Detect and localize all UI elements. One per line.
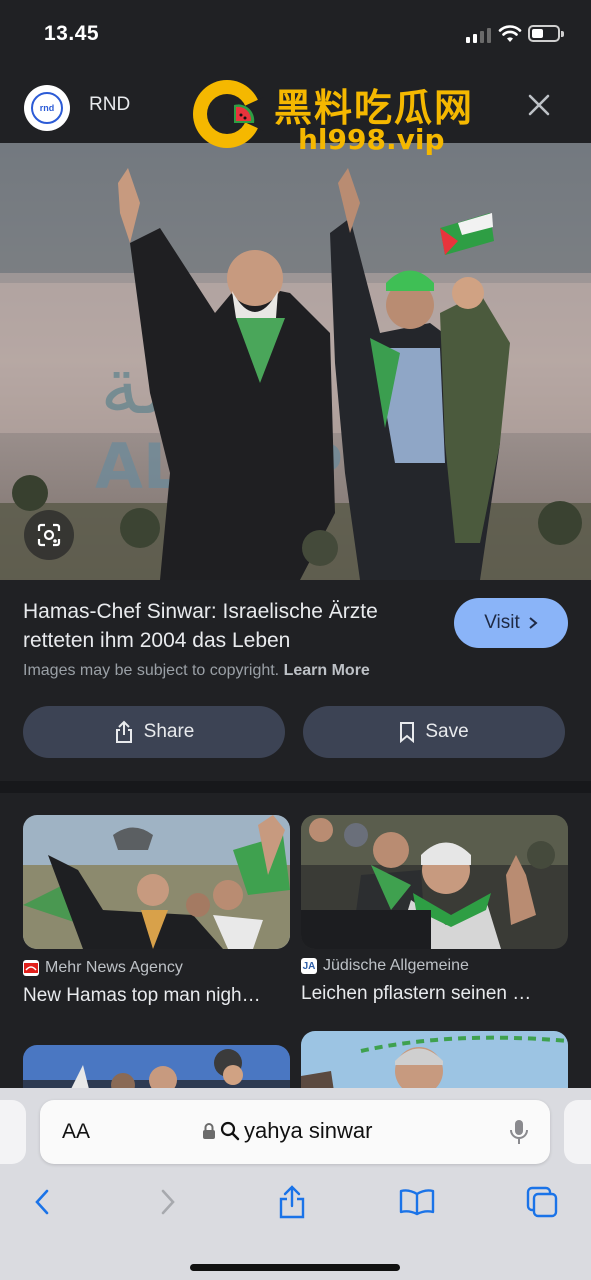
visit-label: Visit — [484, 612, 520, 633]
search-query-text: yahya sinwar — [244, 1118, 373, 1143]
share-icon — [115, 720, 132, 743]
related-result-card[interactable]: JA Jüdische Allgemeine Leichen pflastern… — [301, 815, 568, 1005]
source-name[interactable]: RND — [89, 94, 130, 116]
related-result-card[interactable]: Mehr News Agency New Hamas top man nigh… — [23, 815, 290, 1007]
copyright-text: Images may be subject to copyright. — [23, 662, 280, 679]
related-source: JA Jüdische Allgemeine — [301, 957, 568, 975]
related-source: Mehr News Agency — [23, 959, 290, 977]
previous-tab-peek[interactable] — [0, 1100, 26, 1164]
search-query-field[interactable]: yahya sinwar — [202, 1118, 372, 1144]
back-button[interactable] — [22, 1184, 62, 1220]
source-logo-text: rnd — [31, 92, 63, 124]
result-title[interactable]: Hamas-Chef Sinwar: Israelische Ärzte ret… — [23, 597, 443, 655]
related-source-name: Jüdische Allgemeine — [323, 957, 469, 974]
visit-button[interactable]: Visit — [454, 598, 568, 648]
hero-photo: ﺳﺔ AL CAP — [0, 143, 591, 580]
watermark: 黑料吃瓜网 hl998.vip — [190, 75, 490, 160]
search-icon — [220, 1121, 240, 1141]
cellular-signal-icon — [466, 27, 491, 43]
share-icon — [279, 1185, 305, 1219]
lens-icon — [37, 523, 61, 547]
bookmark-icon — [400, 722, 415, 743]
screen: 13.45 rnd RND 黑料吃瓜网 hl998.vip AL Hamas-C… — [0, 0, 591, 1280]
text-size-button[interactable]: AA — [62, 1120, 90, 1144]
forward-button[interactable] — [148, 1184, 188, 1220]
related-thumbnail[interactable] — [23, 815, 290, 949]
chevron-right-icon — [161, 1189, 175, 1215]
source-logo[interactable]: rnd — [24, 85, 70, 131]
learn-more-link[interactable]: Learn More — [284, 662, 370, 679]
copyright-notice: Images may be subject to copyright. Lear… — [23, 662, 370, 680]
juedische-allgemeine-favicon: JA — [301, 958, 317, 974]
safari-toolbar: AA yahya sinwar — [0, 1088, 591, 1280]
bookmarks-button[interactable] — [397, 1184, 437, 1220]
related-source-name: Mehr News Agency — [45, 959, 183, 976]
microphone-icon[interactable] — [508, 1118, 530, 1146]
related-title[interactable]: Leichen pflastern seinen … — [301, 983, 568, 1005]
mehr-news-favicon — [23, 960, 39, 976]
lock-icon — [203, 1123, 215, 1139]
status-bar: 13.45 — [0, 0, 591, 70]
share-page-button[interactable] — [272, 1184, 312, 1220]
section-divider — [0, 781, 591, 793]
home-indicator[interactable] — [190, 1264, 400, 1271]
address-bar[interactable]: AA yahya sinwar — [40, 1100, 550, 1164]
wifi-icon — [498, 25, 522, 42]
tabs-icon — [526, 1186, 558, 1218]
save-button[interactable]: Save — [303, 706, 565, 758]
lens-search-button[interactable] — [24, 510, 74, 560]
hero-image[interactable]: ﺳﺔ AL CAP — [0, 143, 591, 580]
share-button[interactable]: Share — [23, 706, 285, 758]
book-icon — [399, 1189, 435, 1216]
share-label: Share — [143, 721, 195, 742]
watermark-url: hl998.vip — [298, 123, 445, 156]
watermelon-logo-icon — [193, 80, 264, 148]
related-title[interactable]: New Hamas top man nigh… — [23, 985, 290, 1007]
close-icon[interactable] — [524, 90, 554, 120]
chevron-right-icon — [529, 617, 538, 629]
battery-icon — [528, 25, 564, 42]
chevron-left-icon — [35, 1189, 49, 1215]
tabs-button[interactable] — [522, 1184, 562, 1220]
save-label: Save — [425, 721, 469, 742]
next-tab-peek[interactable] — [564, 1100, 591, 1164]
related-thumbnail[interactable] — [301, 815, 568, 949]
status-time: 13.45 — [44, 22, 100, 45]
